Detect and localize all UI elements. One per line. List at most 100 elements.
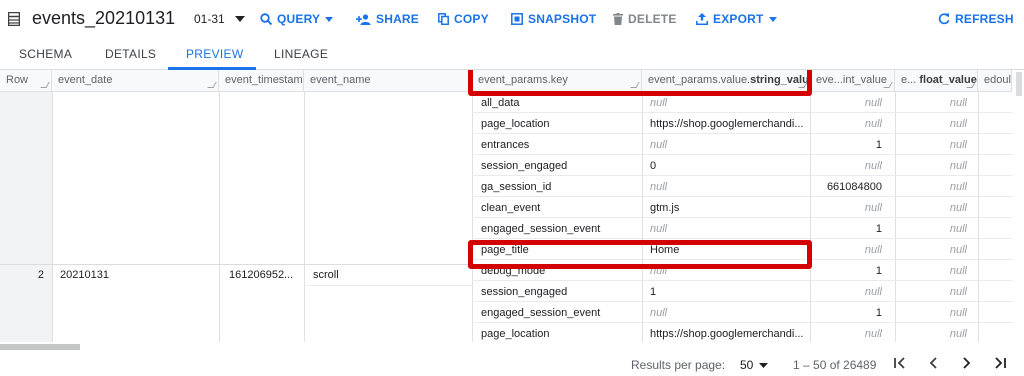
param-string-value-cell[interactable]: https://shop.googlemerchandi... [650, 328, 805, 340]
param-key-cell[interactable]: all_data [481, 97, 639, 109]
tab-schema[interactable]: SCHEMA [19, 47, 72, 61]
tab-details[interactable]: DETAILS [105, 47, 156, 61]
param-float-value-cell[interactable]: null [899, 328, 967, 340]
param-string-value-cell[interactable]: gtm.js [650, 202, 805, 214]
param-int-value-cell[interactable]: 661084800 [816, 181, 882, 193]
param-float-value-cell[interactable]: null [899, 118, 967, 130]
param-float-value-cell[interactable]: null [899, 286, 967, 298]
resize-handle[interactable] [207, 82, 217, 88]
export-button[interactable]: EXPORT [696, 12, 777, 26]
param-float-value-cell[interactable]: null [899, 223, 967, 235]
toolbar: events_20210131 01-31 QUERY SHARE COPY S… [0, 0, 1024, 38]
page-size-select[interactable]: 50 [740, 358, 769, 372]
param-key-cell[interactable]: clean_event [481, 202, 639, 214]
param-row-separator [472, 196, 1012, 197]
table-title: events_20210131 [32, 8, 176, 28]
param-float-value-cell[interactable]: null [899, 160, 967, 172]
preview-table: Row event_date event_timestamp event_nam… [0, 70, 1012, 342]
param-float-value-cell[interactable]: null [899, 181, 967, 193]
event-timestamp-cell[interactable]: 161206952... [229, 269, 293, 281]
column-divider [304, 92, 305, 342]
param-int-value-cell[interactable]: null [816, 97, 882, 109]
query-button[interactable]: QUERY [260, 12, 334, 26]
horizontal-scrollbar[interactable] [0, 342, 1012, 352]
column-header-event-date[interactable]: event_date [52, 70, 219, 92]
param-key-cell[interactable]: page_location [481, 118, 639, 130]
param-string-value-cell[interactable]: null [650, 307, 805, 319]
version-selector[interactable]: 01-31 [194, 12, 245, 26]
param-int-value-cell[interactable]: 1 [816, 307, 882, 319]
column-header-label: event_timestamp [225, 74, 304, 86]
copy-button[interactable]: COPY [438, 12, 489, 26]
param-key-cell[interactable]: session_engaged [481, 160, 639, 172]
column-header-int-value[interactable]: eve...int_value [810, 70, 895, 92]
param-float-value-cell[interactable]: null [899, 97, 967, 109]
param-key-cell[interactable]: engaged_session_event [481, 307, 639, 319]
param-string-value-cell[interactable]: null [650, 223, 805, 235]
param-key-cell[interactable]: entrances [481, 139, 639, 151]
share-button[interactable]: SHARE [356, 12, 419, 26]
next-page-icon[interactable] [959, 356, 973, 370]
last-page-icon[interactable] [993, 356, 1007, 370]
param-float-value-cell[interactable]: null [899, 307, 967, 319]
param-key-cell[interactable]: session_engaged [481, 286, 639, 298]
column-header-label: event_name [310, 74, 371, 86]
previous-page-icon[interactable] [927, 356, 941, 370]
param-float-value-cell[interactable]: null [899, 139, 967, 151]
param-string-value-cell[interactable]: null [650, 139, 805, 151]
header-highlight-box [468, 70, 812, 96]
param-key-cell[interactable]: page_location [481, 328, 639, 340]
param-int-value-cell[interactable]: null [816, 202, 882, 214]
param-int-value-cell[interactable]: 1 [816, 265, 882, 277]
caret-down-icon [325, 16, 334, 22]
event-name-cell[interactable]: scroll [313, 269, 339, 281]
param-row-separator [472, 301, 1012, 302]
param-int-value-cell[interactable]: 1 [816, 139, 882, 151]
snapshot-button[interactable]: SNAPSHOT [511, 12, 596, 26]
column-header-event-timestamp[interactable]: event_timestamp [219, 70, 304, 92]
event-date-cell[interactable]: 20210131 [60, 269, 109, 281]
param-row-separator [472, 238, 1012, 239]
column-header-event-name[interactable]: event_name [304, 70, 472, 92]
column-header-float-value[interactable]: e... float_value [895, 70, 978, 92]
param-key-cell[interactable]: ga_session_id [481, 181, 639, 193]
resize-handle[interactable] [883, 82, 893, 88]
param-key-cell[interactable]: engaged_session_event [481, 223, 639, 235]
param-string-value-cell[interactable]: null [650, 181, 805, 193]
horizontal-scrollbar-thumb[interactable] [0, 344, 80, 350]
param-int-value-cell[interactable]: null [816, 244, 882, 256]
refresh-icon [938, 13, 950, 25]
column-divider [219, 92, 220, 342]
column-header-double-value[interactable]: edoul [978, 70, 1012, 92]
refresh-button[interactable]: REFRESH [938, 12, 1014, 26]
param-int-value-cell[interactable]: null [816, 328, 882, 340]
param-string-value-cell[interactable]: 1 [650, 286, 805, 298]
page-title-highlight-box [468, 240, 812, 269]
param-string-value-cell[interactable]: 0 [650, 160, 805, 172]
param-int-value-cell[interactable]: null [816, 160, 882, 172]
param-string-value-cell[interactable]: null [650, 97, 805, 109]
param-string-value-cell[interactable]: https://shop.googlemerchandi... [650, 118, 805, 130]
param-int-value-cell[interactable]: null [816, 286, 882, 298]
param-row-separator [472, 217, 1012, 218]
param-float-value-cell[interactable]: null [899, 244, 967, 256]
tab-lineage[interactable]: LINEAGE [274, 47, 328, 61]
first-page-icon[interactable] [893, 356, 907, 370]
param-row-separator [472, 133, 1012, 134]
vertical-scrollbar-thumb[interactable] [1016, 72, 1022, 96]
delete-button[interactable]: DELETE [613, 12, 677, 26]
param-int-value-cell[interactable]: null [816, 118, 882, 130]
column-header-label: eve...int_value [816, 74, 887, 86]
param-float-value-cell[interactable]: null [899, 265, 967, 277]
share-label: SHARE [376, 12, 420, 26]
param-int-value-cell[interactable]: 1 [816, 223, 882, 235]
tab-bar: SCHEMA DETAILS PREVIEW LINEAGE [0, 38, 1024, 70]
resize-handle[interactable] [40, 82, 50, 88]
table-icon [8, 12, 20, 26]
param-row-separator [472, 154, 1012, 155]
param-float-value-cell[interactable]: null [899, 202, 967, 214]
row-number-gutter [0, 92, 52, 342]
column-header-row[interactable]: Row [0, 70, 52, 92]
tab-preview[interactable]: PREVIEW [186, 47, 243, 61]
row-separator [0, 264, 472, 265]
